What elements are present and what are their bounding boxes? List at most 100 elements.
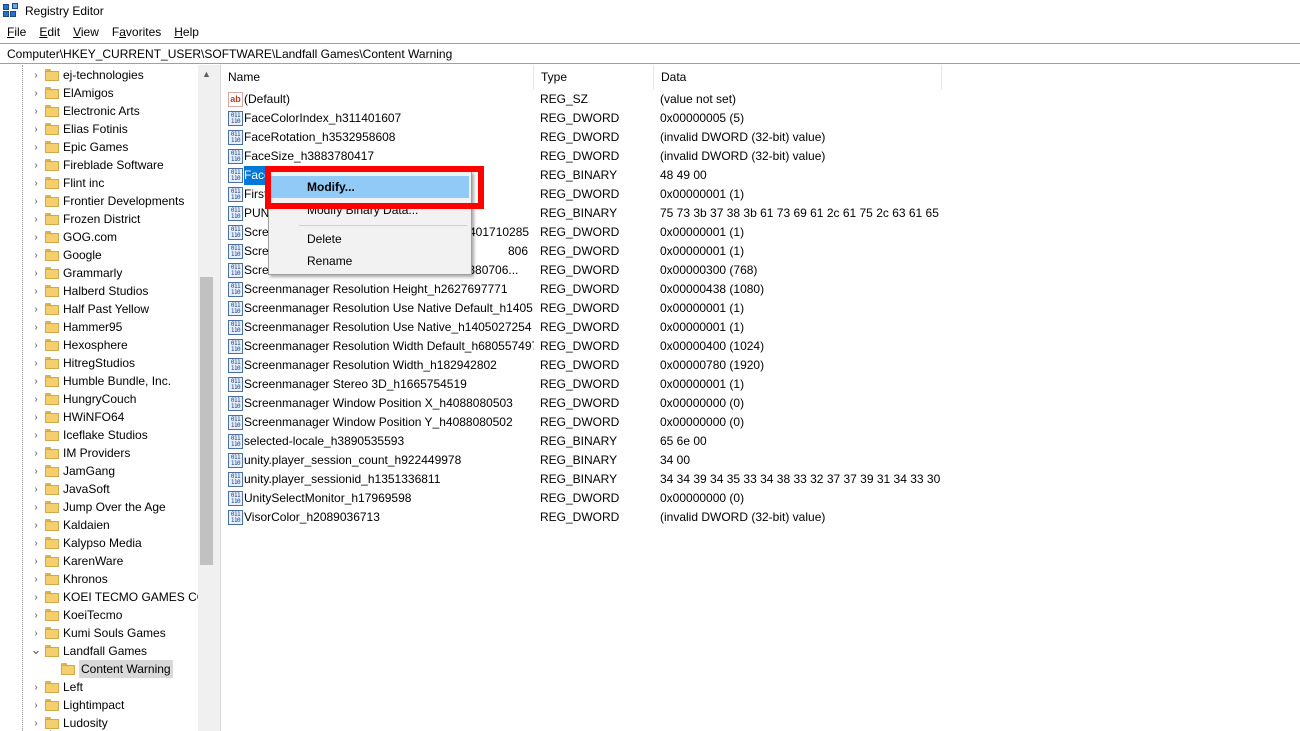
tree-item[interactable]: › Kalypso Media	[0, 534, 198, 552]
expand-chevron-icon[interactable]: ›	[31, 462, 41, 480]
tree-item[interactable]: › Jump Over the Age	[0, 498, 198, 516]
value-row[interactable]: 011 110 Screenmanager Window Position X_h…	[221, 394, 1300, 413]
tree-item[interactable]: › Half Past Yellow	[0, 300, 198, 318]
tree-item[interactable]: › KOEI TECMO GAMES CO.,	[0, 588, 212, 606]
tree-item[interactable]: › Elias Fotinis	[0, 120, 198, 138]
expand-chevron-icon[interactable]: ›	[31, 246, 41, 264]
expand-chevron-icon[interactable]: ›	[31, 138, 41, 156]
expand-chevron-icon[interactable]: ›	[31, 534, 41, 552]
column-header-data[interactable]: Data	[654, 65, 942, 89]
menu-favorites[interactable]: Favorites	[105, 22, 167, 42]
expand-chevron-icon[interactable]: ›	[31, 516, 41, 534]
tree-item[interactable]: › Electronic Arts	[0, 102, 198, 120]
tree-item[interactable]: › Iceflake Studios	[0, 426, 198, 444]
tree-item[interactable]: › Flint inc	[0, 174, 198, 192]
expand-chevron-icon[interactable]: ›	[31, 282, 41, 300]
rename-menu-item[interactable]: Rename	[271, 250, 469, 272]
expand-chevron-icon[interactable]: ›	[31, 84, 41, 102]
value-row[interactable]: 011 110 selected-locale_h3890535593 REG_BI…	[221, 432, 1300, 451]
tree-item[interactable]: › Khronos	[0, 570, 198, 588]
expand-chevron-icon[interactable]: ›	[31, 300, 41, 318]
column-header-name[interactable]: Name	[221, 65, 534, 89]
tree-item[interactable]: › HungryCouch	[0, 390, 198, 408]
expand-chevron-icon[interactable]: ›	[31, 174, 41, 192]
expand-chevron-icon[interactable]: ›	[31, 624, 41, 642]
tree-item[interactable]: › ej-technologies	[0, 66, 198, 84]
expand-chevron-icon[interactable]: ›	[31, 570, 41, 588]
expand-chevron-icon[interactable]: ›	[31, 444, 41, 462]
tree-item[interactable]: › Grammarly	[0, 264, 198, 282]
tree-item[interactable]: › Hammer95	[0, 318, 198, 336]
tree-item[interactable]: › Hexosphere	[0, 336, 198, 354]
expand-chevron-icon[interactable]: ›	[31, 336, 41, 354]
collapse-chevron-icon[interactable]: ⌄	[31, 642, 42, 660]
value-row[interactable]: 011 110 unity.player_sessionid_h135133681…	[221, 470, 1300, 489]
expand-chevron-icon[interactable]: ›	[31, 318, 41, 336]
expand-chevron-icon[interactable]: ›	[31, 408, 41, 426]
value-list[interactable]: Name Type Data ab (Default) REG_SZ (value n…	[221, 65, 1300, 731]
tree-item[interactable]: › Ludosity	[0, 714, 198, 731]
tree-item[interactable]: › Kaldaien	[0, 516, 198, 534]
expand-chevron-icon[interactable]: ›	[31, 696, 41, 714]
expand-chevron-icon[interactable]: ›	[31, 228, 41, 246]
value-row[interactable]: 011 110 Screenmanager Resolution Width_h1…	[221, 356, 1300, 375]
menu-file[interactable]: File	[0, 22, 32, 42]
value-row[interactable]: 011 110 UnitySelectMonitor_h17969598 REG_D…	[221, 489, 1300, 508]
value-row[interactable]: 011 110 Screenmanager Window Position Y_h…	[221, 413, 1300, 432]
tree-item[interactable]: › Google	[0, 246, 198, 264]
value-row[interactable]: 011 110 FaceRotation_h3532958608 REG_DWORD…	[221, 128, 1300, 147]
expand-chevron-icon[interactable]: ›	[31, 606, 41, 624]
expand-chevron-icon[interactable]: ›	[31, 390, 41, 408]
menu-help[interactable]: Help	[167, 22, 205, 42]
tree-item[interactable]: › IM Providers	[0, 444, 198, 462]
expand-chevron-icon[interactable]: ›	[31, 498, 41, 516]
tree-item[interactable]: › Fireblade Software	[0, 156, 198, 174]
menu-edit[interactable]: Edit	[32, 22, 66, 42]
tree-item[interactable]: › Halberd Studios	[0, 282, 198, 300]
tree-item[interactable]: › Humble Bundle, Inc.	[0, 372, 198, 390]
scroll-up-icon[interactable]: ▲	[198, 65, 215, 82]
expand-chevron-icon[interactable]: ›	[31, 480, 41, 498]
expand-chevron-icon[interactable]: ›	[31, 426, 41, 444]
value-row[interactable]: 011 110 Screenmanager Resolution Use Nati…	[221, 299, 1300, 318]
expand-chevron-icon[interactable]: ›	[31, 120, 41, 138]
expand-chevron-icon[interactable]: ›	[31, 372, 41, 390]
delete-menu-item[interactable]: Delete	[271, 228, 469, 250]
value-row[interactable]: ab (Default) REG_SZ (value not set)	[221, 90, 1300, 109]
value-row[interactable]: 011 110 Screenmanager Resolution Width De…	[221, 337, 1300, 356]
tree-item[interactable]: › Left	[0, 678, 198, 696]
tree-item[interactable]: › GOG.com	[0, 228, 198, 246]
value-row[interactable]: 011 110 FaceColorIndex_h311401607 REG_DWOR…	[221, 109, 1300, 128]
key-tree[interactable]: › ej-technologies › ElAmigos › Electronic Art…	[0, 65, 215, 731]
value-row[interactable]: 011 110 VisorColor_h2089036713 REG_DWORD (i…	[221, 508, 1300, 527]
tree-item[interactable]: › Frontier Developments	[0, 192, 198, 210]
tree-item[interactable]: › KoeiTecmo	[0, 606, 198, 624]
tree-item[interactable]: › HitregStudios	[0, 354, 198, 372]
expand-chevron-icon[interactable]: ›	[31, 678, 41, 696]
expand-chevron-icon[interactable]: ›	[31, 264, 41, 282]
tree-item[interactable]: ⌄ Landfall Games	[0, 642, 198, 660]
tree-item[interactable]: › JamGang	[0, 462, 198, 480]
expand-chevron-icon[interactable]: ›	[31, 714, 41, 731]
menu-view[interactable]: View	[66, 22, 105, 42]
expand-chevron-icon[interactable]: ›	[31, 588, 41, 606]
tree-item[interactable]: › ElAmigos	[0, 84, 198, 102]
value-row[interactable]: 011 110 Screenmanager Resolution Height_h…	[221, 280, 1300, 299]
expand-chevron-icon[interactable]: ›	[31, 156, 41, 174]
tree-item-selected[interactable]: ›Content Warning	[0, 660, 198, 678]
tree-item[interactable]: › HWiNFO64	[0, 408, 198, 426]
tree-item[interactable]: › Frozen District	[0, 210, 198, 228]
tree-item[interactable]: › Lightimpact	[0, 696, 198, 714]
expand-chevron-icon[interactable]: ›	[31, 102, 41, 120]
expand-chevron-icon[interactable]: ›	[31, 552, 41, 570]
value-row[interactable]: 011 110 Screenmanager Resolution Use Nati…	[221, 318, 1300, 337]
value-row[interactable]: 011 110 FaceSize_h3883780417 REG_DWORD (inv…	[221, 147, 1300, 166]
address-bar[interactable]: Computer\HKEY_CURRENT_USER\SOFTWARE\Land…	[0, 43, 1300, 64]
tree-item[interactable]: › JavaSoft	[0, 480, 198, 498]
value-row[interactable]: 011 110 unity.player_session_count_h92244…	[221, 451, 1300, 470]
tree-scrollbar[interactable]: ▲	[198, 65, 215, 731]
value-row[interactable]: 011 110 Screenmanager Stereo 3D_h16657545…	[221, 375, 1300, 394]
tree-item[interactable]: › Kumi Souls Games	[0, 624, 198, 642]
tree-scrollbar-thumb[interactable]	[200, 277, 213, 565]
expand-chevron-icon[interactable]: ›	[31, 210, 41, 228]
